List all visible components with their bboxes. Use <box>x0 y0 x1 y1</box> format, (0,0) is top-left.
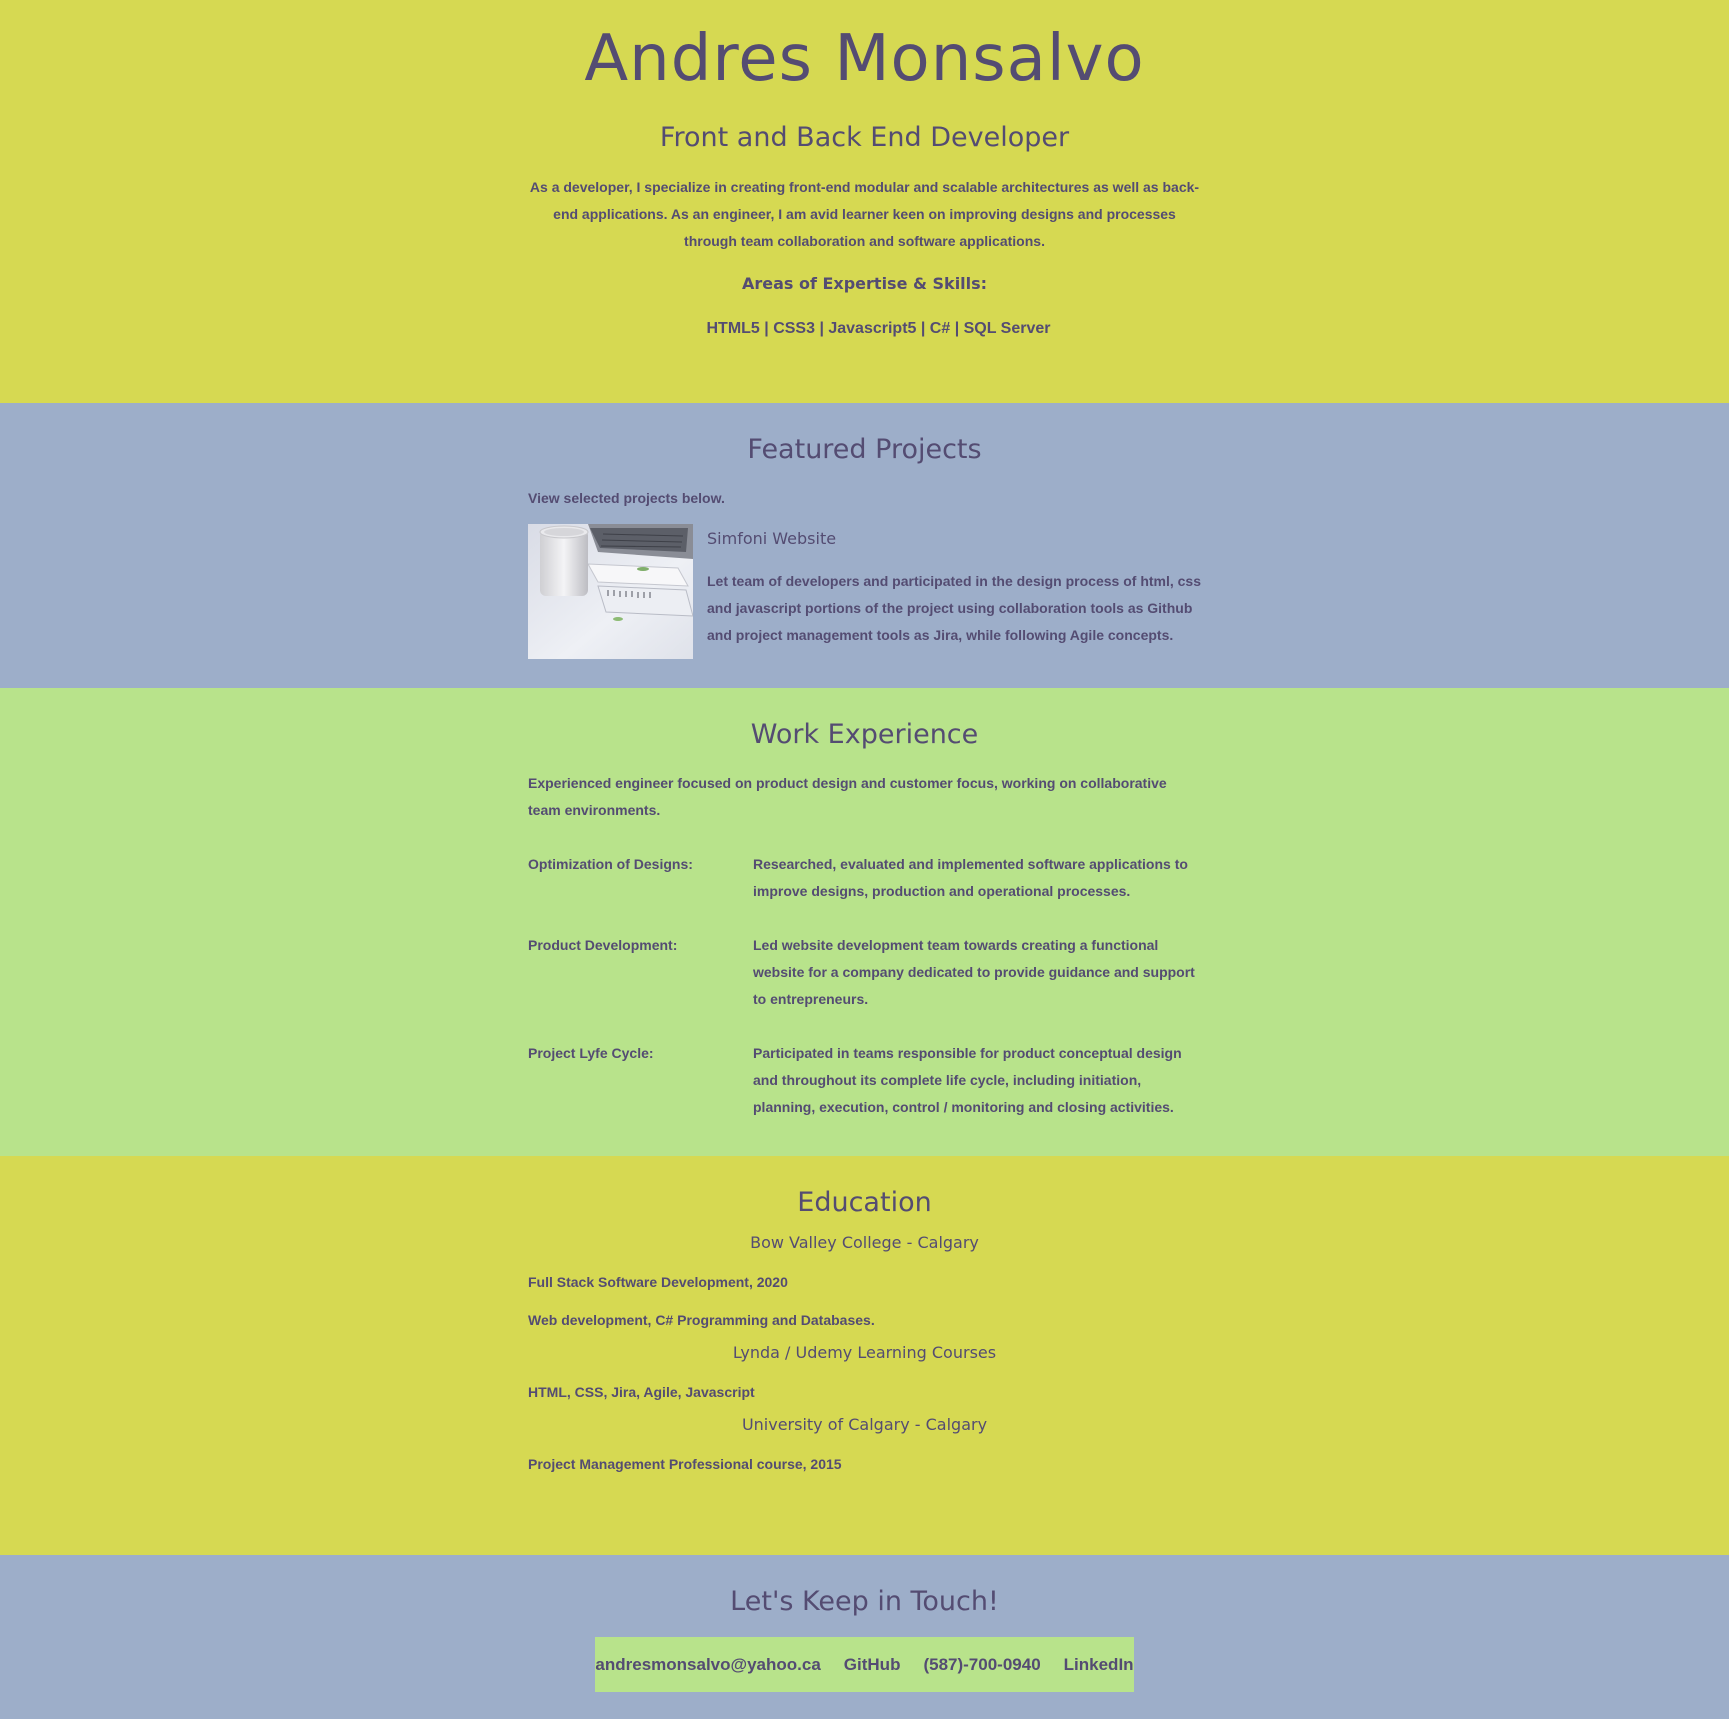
intro-paragraph: As a developer, I specialize in creating… <box>529 179 1200 249</box>
contact-links-bar: andresmonsalvo@yahoo.ca GitHub (587)-700… <box>595 1637 1134 1692</box>
school-name: Bow Valley College - Calgary <box>750 1233 979 1252</box>
experience-row: Optimization of Designs: Researched, eva… <box>528 851 1201 905</box>
projects-title: Featured Projects <box>747 434 982 465</box>
school-name: Lynda / Udemy Learning Courses <box>732 1343 997 1362</box>
skills-list: HTML5 | CSS3 | Javascript5 | C# | SQL Se… <box>706 320 1051 337</box>
work-section: Work Experience Experienced engineer foc… <box>0 688 1729 1156</box>
contact-title: Let's Keep in Touch! <box>730 1586 999 1617</box>
education-detail: Web development, C# Programming and Data… <box>528 1312 875 1328</box>
education-detail: Full Stack Software Development, 2020 <box>528 1274 788 1290</box>
experience-label: Project Lyfe Cycle: <box>528 1045 654 1061</box>
experience-label: Optimization of Designs: <box>528 856 693 872</box>
project-thumbnail-image[interactable] <box>528 524 693 659</box>
project-title[interactable]: Simfoni Website <box>707 528 1201 550</box>
experience-text: Researched, evaluated and implemented so… <box>753 856 1188 899</box>
email-link[interactable]: andresmonsalvo@yahoo.ca <box>595 1655 820 1675</box>
experience-row: Product Development: Led website develop… <box>528 932 1201 1013</box>
experience-label: Product Development: <box>528 937 678 953</box>
project-card[interactable]: Simfoni Website Let team of developers a… <box>528 524 1201 659</box>
page-title: Andres Monsalvo <box>584 22 1145 96</box>
experience-row: Project Lyfe Cycle: Participated in team… <box>528 1040 1201 1121</box>
experience-text: Led website development team towards cre… <box>753 937 1195 1007</box>
education-title: Education <box>797 1187 932 1218</box>
education-detail: HTML, CSS, Jira, Agile, Javascript <box>528 1384 755 1400</box>
contact-section: Let's Keep in Touch! andresmonsalvo@yaho… <box>0 1555 1729 1719</box>
header-section: Andres Monsalvo Front and Back End Devel… <box>0 0 1729 403</box>
projects-lead: View selected projects below. <box>528 490 725 506</box>
work-title: Work Experience <box>750 719 979 750</box>
work-lead: Experienced engineer focused on product … <box>528 775 1167 818</box>
role-subtitle: Front and Back End Developer <box>659 122 1070 153</box>
laptop-desk-illustration <box>528 524 693 659</box>
education-section: Education Bow Valley College - Calgary F… <box>0 1156 1729 1555</box>
skills-heading: Areas of Expertise & Skills: <box>741 274 988 293</box>
projects-section: Featured Projects View selected projects… <box>0 403 1729 688</box>
linkedin-link[interactable]: LinkedIn <box>1064 1655 1134 1675</box>
github-link[interactable]: GitHub <box>844 1655 901 1675</box>
education-detail: Project Management Professional course, … <box>528 1456 842 1472</box>
school-name: University of Calgary - Calgary <box>741 1415 988 1434</box>
phone-link[interactable]: (587)-700-0940 <box>923 1655 1040 1675</box>
experience-text: Participated in teams responsible for pr… <box>753 1045 1182 1115</box>
project-description: Let team of developers and participated … <box>707 573 1202 643</box>
